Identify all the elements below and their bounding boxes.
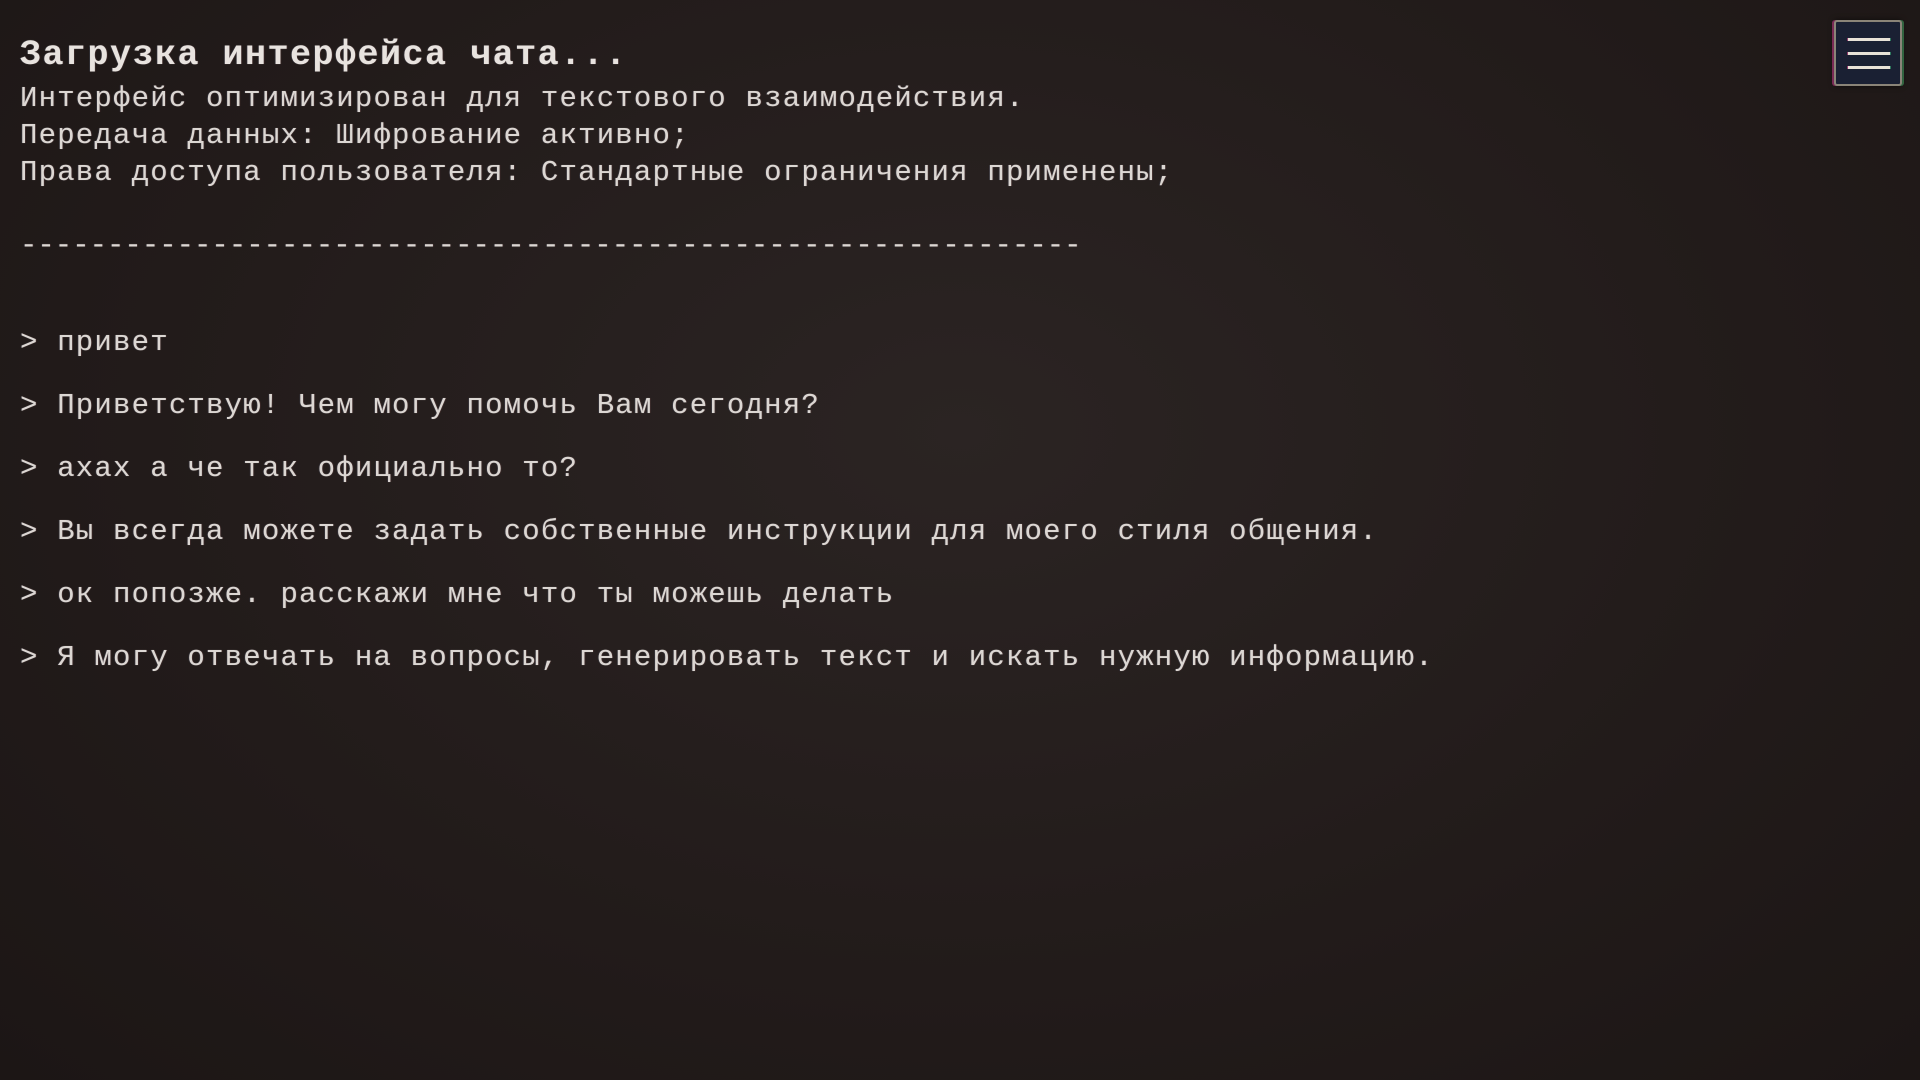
hamburger-menu-icon [1848, 38, 1890, 41]
terminal-screen: Загрузка интерфейса чата... Интерфейс оп… [20, 30, 1800, 702]
chat-message: > Я могу отвечать на вопросы, генерирова… [20, 641, 1434, 674]
info-line-interface: Интерфейс оптимизирован для текстового в… [20, 82, 1025, 115]
menu-button[interactable] [1834, 20, 1902, 86]
chat-message: > ок попозже. расскажи мне что ты можешь… [20, 578, 895, 611]
loading-title: Загрузка интерфейса чата... [20, 35, 628, 75]
chat-message: > ахах а че так официально то? [20, 452, 579, 485]
info-line-permissions: Права доступа пользователя: Стандартные … [20, 156, 1174, 189]
chat-message: > Вы всегда можете задать собственные ин… [20, 515, 1379, 548]
hamburger-menu-icon [1848, 52, 1890, 55]
hamburger-menu-icon [1848, 66, 1890, 69]
divider-line: ----------------------------------------… [20, 229, 1082, 262]
chat-message: > привет [20, 326, 169, 359]
chat-message: > Приветствую! Чем могу помочь Вам сегод… [20, 389, 820, 422]
chat-log: > привет > Приветствую! Чем могу помочь … [20, 324, 1800, 676]
info-line-encryption: Передача данных: Шифрование активно; [20, 119, 690, 152]
